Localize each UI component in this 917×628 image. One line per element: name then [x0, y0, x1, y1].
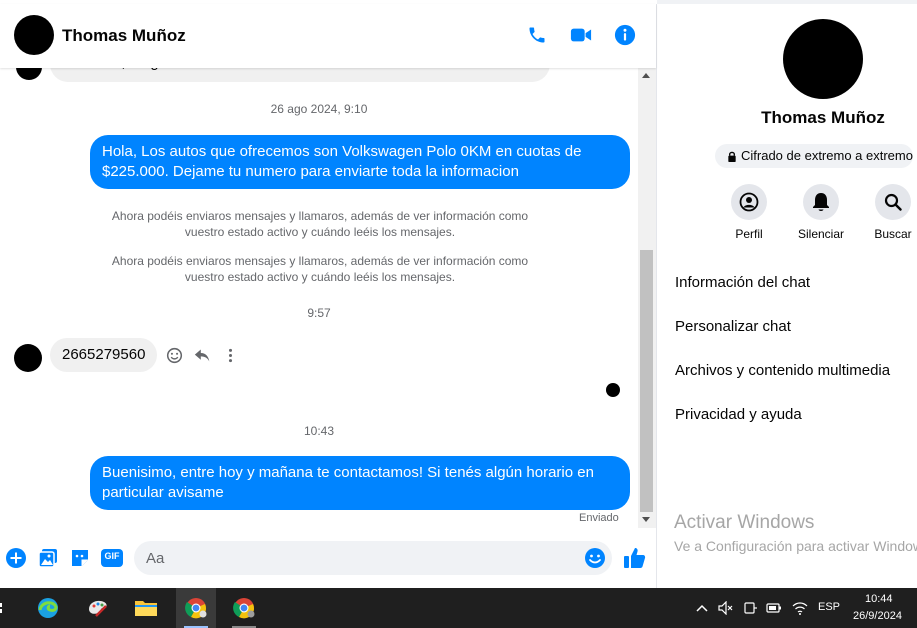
- photo-icon[interactable]: [37, 547, 59, 569]
- info-icon[interactable]: [612, 22, 638, 48]
- gif-icon[interactable]: GIF: [101, 547, 123, 569]
- scroll-up-icon[interactable]: [642, 73, 650, 78]
- activate-windows-title: Activar Windows: [674, 512, 815, 533]
- outgoing-message[interactable]: Hola, Los autos que ofrecemos son Volksw…: [90, 135, 630, 189]
- gif-label: GIF: [104, 551, 120, 561]
- chevron-up-icon[interactable]: [694, 600, 710, 616]
- contact-avatar-small[interactable]: [14, 344, 42, 372]
- wifi-icon[interactable]: [792, 600, 808, 616]
- action-label: Buscar: [874, 227, 912, 241]
- paint-icon[interactable]: [78, 588, 118, 628]
- e2e-label: Cifrado de extremo a extremo: [741, 148, 913, 163]
- task-view-icon[interactable]: [0, 588, 20, 628]
- chat-header: Thomas Muñoz: [0, 4, 656, 68]
- activate-windows-subtitle: Ve a Configuración para activar Windows.: [674, 538, 917, 554]
- panel-contact-name: Thomas Muñoz: [761, 108, 885, 127]
- volume-muted-icon[interactable]: [718, 600, 734, 616]
- display-icon[interactable]: [743, 600, 759, 616]
- contact-avatar-large[interactable]: [783, 19, 863, 99]
- menu-privacy-help[interactable]: Privacidad y ayuda: [675, 406, 802, 423]
- search-button[interactable]: Buscar: [863, 184, 917, 241]
- bell-icon: [803, 184, 839, 220]
- mute-button[interactable]: Silenciar: [791, 184, 851, 241]
- plus-icon[interactable]: [5, 547, 27, 569]
- scroll-thumb[interactable]: [640, 250, 653, 512]
- timestamp: 9:57: [307, 306, 331, 320]
- lock-icon: [728, 151, 736, 162]
- delivery-status: Enviado: [579, 512, 619, 524]
- system-note: Ahora podéis enviaros mensajes y llamaro…: [111, 254, 529, 284]
- message-text: Hola, Los autos que ofrecemos son Volksw…: [102, 143, 582, 180]
- battery-icon[interactable]: [766, 600, 782, 616]
- message-text: Buenisimo, entre hoy y mañana te contact…: [102, 464, 594, 501]
- message-input-wrapper: [134, 541, 612, 575]
- profile-icon: [731, 184, 767, 220]
- file-explorer-icon[interactable]: [126, 588, 166, 628]
- language-indicator[interactable]: ESP: [818, 601, 840, 613]
- e2e-badge[interactable]: Cifrado de extremo a extremo: [715, 144, 913, 168]
- menu-customize-chat[interactable]: Personalizar chat: [675, 318, 791, 335]
- search-icon: [875, 184, 911, 220]
- clock-date[interactable]: 26/9/2024: [853, 610, 902, 622]
- phone-icon[interactable]: [524, 22, 550, 48]
- more-options-icon[interactable]: [221, 346, 239, 364]
- action-label: Silenciar: [797, 227, 845, 241]
- seen-indicator: [606, 383, 620, 397]
- outgoing-message[interactable]: Buenisimo, entre hoy y mañana te contact…: [90, 456, 630, 510]
- react-emoji-icon[interactable]: [165, 346, 183, 364]
- chat-panel: financias, tengo recibo de sueldo 26 ago…: [0, 0, 657, 588]
- windows-taskbar: ESP 10:44 26/9/2024: [0, 588, 917, 628]
- timestamp: 10:43: [303, 424, 335, 438]
- timestamp: 26 ago 2024, 9:10: [270, 102, 368, 116]
- message-composer: GIF: [0, 536, 656, 582]
- conversation-details-panel: Thomas Muñoz Cifrado de extremo a extrem…: [657, 4, 917, 588]
- menu-media-files[interactable]: Archivos y contenido multimedia: [675, 362, 890, 379]
- chrome-profile-icon[interactable]: [224, 588, 264, 628]
- profile-button[interactable]: Perfil: [719, 184, 779, 241]
- clock-time[interactable]: 10:44: [865, 593, 893, 605]
- sticker-icon[interactable]: [69, 547, 91, 569]
- message-input[interactable]: [146, 541, 566, 575]
- message-text: 2665279560: [62, 346, 146, 363]
- messenger-window: financias, tengo recibo de sueldo 26 ago…: [0, 0, 917, 628]
- emoji-icon[interactable]: [584, 547, 606, 569]
- chrome-icon[interactable]: [176, 588, 216, 628]
- edge-icon[interactable]: [28, 588, 68, 628]
- contact-name[interactable]: Thomas Muñoz: [62, 26, 186, 46]
- chat-scrollbar[interactable]: [638, 68, 656, 528]
- menu-chat-info[interactable]: Información del chat: [675, 274, 810, 291]
- action-label: Perfil: [735, 227, 763, 241]
- thumbs-up-icon[interactable]: [622, 545, 648, 571]
- video-call-icon[interactable]: [568, 22, 594, 48]
- contact-avatar[interactable]: [14, 15, 54, 55]
- incoming-message[interactable]: 2665279560: [50, 338, 158, 372]
- message-list[interactable]: financias, tengo recibo de sueldo 26 ago…: [0, 60, 638, 530]
- reply-icon[interactable]: [193, 346, 211, 364]
- scroll-down-icon[interactable]: [642, 517, 650, 522]
- system-note: Ahora podéis enviaros mensajes y llamaro…: [111, 209, 529, 239]
